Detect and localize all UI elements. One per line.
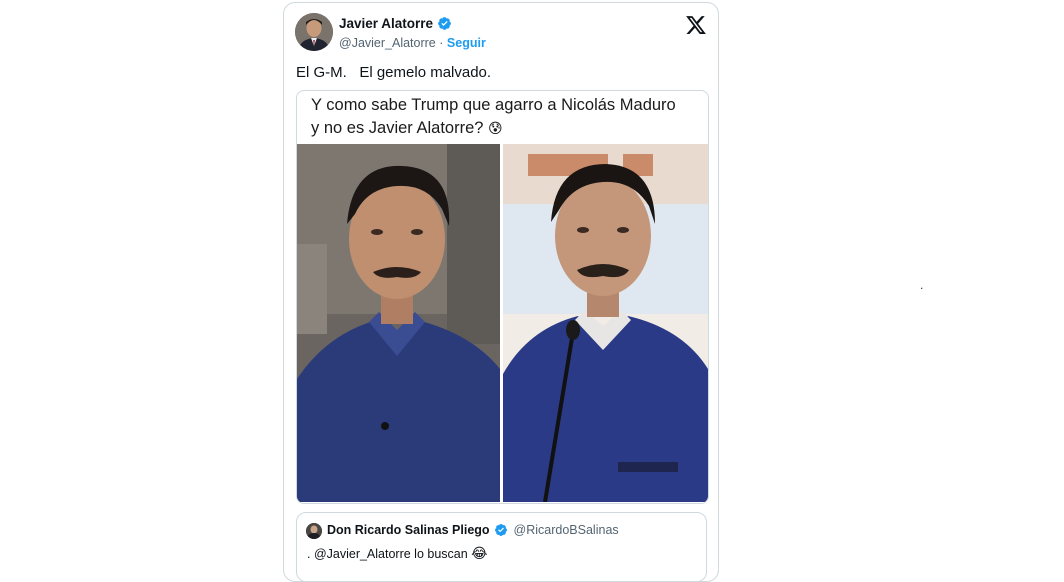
left-portrait-photo <box>297 144 500 502</box>
separator: · <box>439 36 444 50</box>
author-avatar[interactable] <box>295 13 333 51</box>
tweet-text: El G-M. El gemelo malvado. <box>296 64 492 81</box>
author-name[interactable]: Javier Alatorre <box>339 16 433 31</box>
x-logo-icon[interactable] <box>685 14 707 36</box>
quoted-tweet[interactable]: Don Ricardo Salinas Pliego @RicardoBSali… <box>296 512 707 582</box>
quoted-author-avatar[interactable] <box>306 523 322 539</box>
quoted-author-name[interactable]: Don Ricardo Salinas Pliego <box>327 523 490 537</box>
meme-caption: Y como sabe Trump que agarro a Nicolás M… <box>311 94 701 141</box>
verified-badge-icon <box>494 523 508 537</box>
meme-caption-line-2: y no es Javier Alatorre? <box>311 119 484 137</box>
quoted-tweet-body: . @Javier_Alatorre lo buscan <box>307 547 468 561</box>
quoted-tweet-text: . @Javier_Alatorre lo buscan 😂 <box>307 546 488 562</box>
tweet-media[interactable]: Y como sabe Trump que agarro a Nicolás M… <box>296 90 709 504</box>
quoted-author-handle[interactable]: @RicardoBSalinas <box>514 523 619 537</box>
laughing-face-emoji-icon: 😂 <box>471 546 488 562</box>
anxious-face-emoji-icon: 😰 <box>488 121 503 137</box>
embedded-tweet-card[interactable]: Javier Alatorre @Javier_Alatorre · Segui… <box>283 2 719 582</box>
right-portrait-photo <box>503 144 708 502</box>
stray-mark: . <box>920 278 924 292</box>
author-handle[interactable]: @Javier_Alatorre <box>339 36 436 50</box>
verified-badge-icon <box>437 16 452 31</box>
meme-caption-line-1: Y como sabe Trump que agarro a Nicolás M… <box>311 96 676 114</box>
follow-button[interactable]: Seguir <box>447 36 486 50</box>
